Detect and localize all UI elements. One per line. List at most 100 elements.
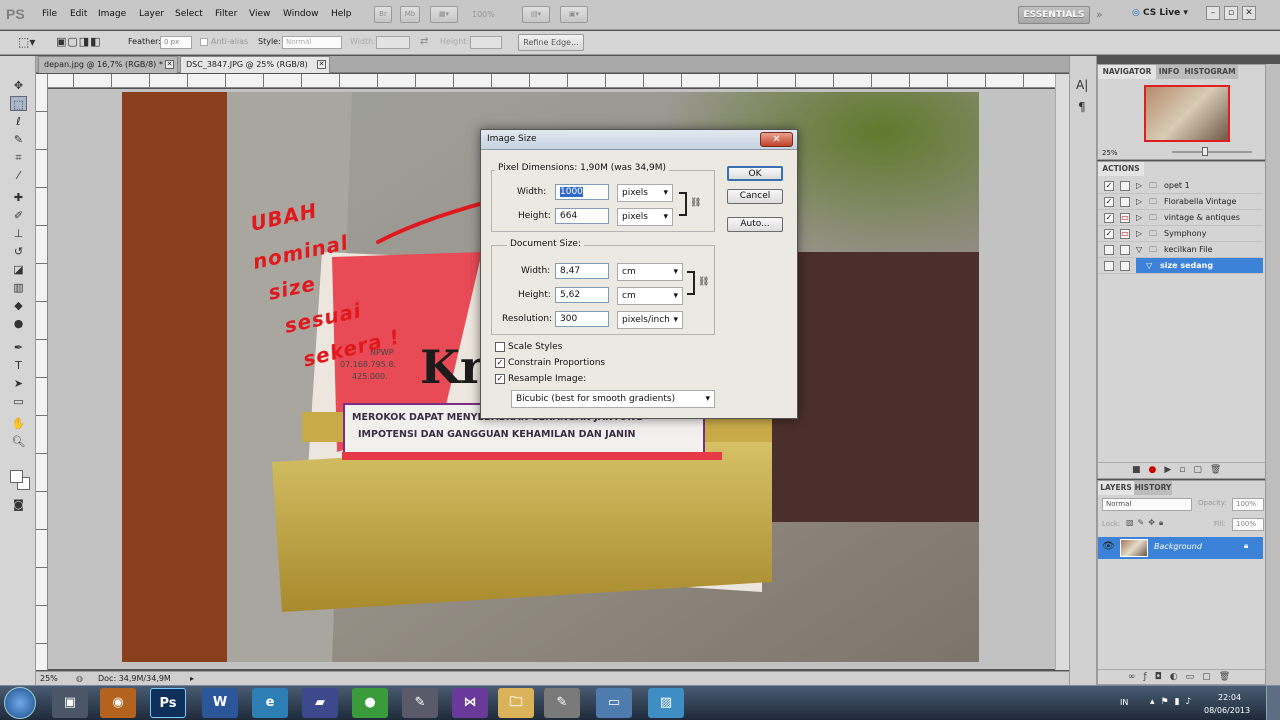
- tab-dsc-3847[interactable]: DSC_3847.JPG @ 25% (RGB/8) ✕: [180, 56, 330, 73]
- clone-stamp-tool-icon[interactable]: ⊥: [10, 226, 27, 241]
- word-icon[interactable]: W: [202, 688, 238, 718]
- menu-select[interactable]: Select: [175, 9, 203, 19]
- tab-depan[interactable]: depan.jpg @ 16,7% (RGB/8) * ✕: [38, 56, 178, 73]
- action-set-row[interactable]: ▽ 🗀 kecilkan File: [1098, 242, 1263, 258]
- pen-tool-icon[interactable]: ✒: [10, 340, 27, 355]
- status-menu-icon[interactable]: ▸: [190, 672, 194, 685]
- move-tool-icon[interactable]: ✥: [10, 78, 27, 93]
- explorer-folder-icon[interactable]: 🗀: [498, 688, 534, 718]
- resolution-input[interactable]: 300: [555, 311, 609, 327]
- tab-history[interactable]: HISTORY: [1134, 481, 1172, 495]
- gradient-tool-icon[interactable]: ▥: [10, 280, 27, 295]
- layer-name[interactable]: Background: [1154, 542, 1202, 551]
- action-toggle-checkbox[interactable]: ✓: [1104, 181, 1114, 191]
- status-zoom[interactable]: 25%: [40, 672, 58, 685]
- foreground-color-swatch[interactable]: [10, 470, 23, 483]
- taskbar-app-7-icon[interactable]: ●: [352, 688, 388, 718]
- stop-icon[interactable]: ■: [1132, 465, 1149, 475]
- marquee-tool-icon[interactable]: ⬚: [10, 96, 27, 111]
- taskbar-app-6-icon[interactable]: ▰: [302, 688, 338, 718]
- dialog-toggle-checkbox[interactable]: [1120, 197, 1130, 207]
- resample-method-select[interactable]: Bicubic (best for smooth gradients): [511, 390, 715, 408]
- expand-icon[interactable]: ▷: [1136, 194, 1142, 209]
- collapse-icon[interactable]: ▽: [1146, 258, 1152, 273]
- blend-mode-select[interactable]: Normal: [1102, 498, 1192, 511]
- close-icon[interactable]: ✕: [165, 60, 174, 69]
- pixel-width-input[interactable]: 1000: [555, 184, 609, 200]
- quick-select-tool-icon[interactable]: ✎: [10, 132, 27, 147]
- action-toggle-checkbox[interactable]: ✓: [1104, 197, 1114, 207]
- action-set-row[interactable]: ✓ ▷ 🗀 opet 1: [1098, 178, 1263, 194]
- adjustment-icon[interactable]: ◐: [1170, 672, 1186, 682]
- view-extras-icon[interactable]: ▦▾: [430, 6, 458, 23]
- resolution-unit-select[interactable]: pixels/inch: [617, 311, 683, 329]
- feather-input[interactable]: 0 px: [160, 36, 192, 49]
- paragraph-panel-icon[interactable]: ¶: [1078, 100, 1086, 114]
- marquee-tool-preset-icon[interactable]: ⬚▾: [18, 35, 35, 49]
- panel-scroll-strip[interactable]: [1265, 64, 1280, 685]
- dialog-toggle-checkbox[interactable]: ▭: [1120, 213, 1130, 223]
- show-desktop-button[interactable]: [1266, 686, 1280, 720]
- constrain-proportions-checkbox[interactable]: ✓: [495, 358, 505, 368]
- firefox-icon[interactable]: ◉: [100, 688, 136, 718]
- dialog-toggle-checkbox[interactable]: [1120, 261, 1130, 271]
- bridge-icon[interactable]: Br: [374, 6, 392, 23]
- refine-edge-button[interactable]: Refine Edge...: [518, 34, 584, 51]
- zoom-level[interactable]: 100%: [472, 10, 495, 19]
- new-layer-icon[interactable]: ▢: [1202, 672, 1219, 682]
- taskbar-app-1-icon[interactable]: ▣: [52, 688, 88, 718]
- workspace-essentials-button[interactable]: ESSENTIALS: [1018, 6, 1090, 24]
- menu-view[interactable]: View: [249, 9, 270, 19]
- taskbar-app-12-icon[interactable]: ▭: [596, 688, 632, 718]
- action-toggle-checkbox[interactable]: [1104, 245, 1114, 255]
- dialog-toggle-checkbox[interactable]: ▭: [1120, 229, 1130, 239]
- trash-icon[interactable]: 🗑: [1219, 672, 1238, 682]
- auto-button[interactable]: Auto...: [727, 217, 783, 232]
- action-set-row[interactable]: ✓ ▭ ▷ 🗀 Symphony: [1098, 226, 1263, 242]
- dodge-tool-icon[interactable]: ●: [10, 316, 27, 331]
- tab-actions[interactable]: ACTIONS: [1098, 162, 1144, 176]
- eyedropper-tool-icon[interactable]: ⁄: [10, 168, 27, 183]
- hand-tool-icon[interactable]: ✋: [10, 416, 27, 431]
- cancel-button[interactable]: Cancel: [727, 189, 783, 204]
- shape-tool-icon[interactable]: ▭: [10, 394, 27, 409]
- lasso-tool-icon[interactable]: ℓ: [10, 114, 27, 129]
- more-workspaces-icon[interactable]: »: [1096, 8, 1103, 21]
- taskbar-app-9-icon[interactable]: ⋈: [452, 688, 488, 718]
- action-set-row[interactable]: ✓ ▭ ▷ 🗀 vintage & antiques: [1098, 210, 1263, 226]
- doc-height-input[interactable]: 5,62: [555, 287, 609, 303]
- dialog-toggle-checkbox[interactable]: [1120, 181, 1130, 191]
- doc-width-input[interactable]: 8,47: [555, 263, 609, 279]
- pixel-height-unit-select[interactable]: pixels: [617, 208, 673, 226]
- expand-icon[interactable]: ▷: [1136, 226, 1142, 241]
- restore-button[interactable]: ▫: [1224, 6, 1238, 20]
- trash-icon[interactable]: 🗑: [1210, 465, 1229, 475]
- new-action-icon[interactable]: ▢: [1193, 465, 1210, 475]
- quick-mask-icon[interactable]: ◙: [10, 497, 27, 512]
- doc-width-unit-select[interactable]: cm: [617, 263, 683, 281]
- doc-height-unit-select[interactable]: cm: [617, 287, 683, 305]
- crop-tool-icon[interactable]: ⌗: [10, 150, 27, 165]
- opacity-input[interactable]: 100%: [1232, 498, 1264, 511]
- brush-tool-icon[interactable]: ✐: [10, 208, 27, 223]
- navigator-thumbnail[interactable]: [1144, 85, 1230, 142]
- close-icon[interactable]: ✕: [317, 60, 326, 69]
- start-button[interactable]: [4, 687, 36, 719]
- tab-histogram[interactable]: HISTOGRAM: [1182, 65, 1238, 79]
- action-row-selected[interactable]: ▽ size sedang: [1098, 258, 1263, 274]
- dialog-toggle-checkbox[interactable]: [1120, 245, 1130, 255]
- tray-icons[interactable]: ▴⚑▮♪: [1150, 697, 1197, 707]
- healing-tool-icon[interactable]: ✚: [10, 190, 27, 205]
- selection-mode-icons[interactable]: ▣▢◨◧: [56, 35, 102, 48]
- cs-live-button[interactable]: ◎ CS Live ▾: [1132, 8, 1188, 18]
- navigator-zoom[interactable]: 25%: [1102, 149, 1118, 157]
- taskbar-app-13-icon[interactable]: ▨: [648, 688, 684, 718]
- clock-date[interactable]: 08/06/2013: [1204, 706, 1250, 715]
- menu-window[interactable]: Window: [283, 9, 319, 19]
- zoom-tool-icon[interactable]: 🔍︎: [10, 434, 27, 449]
- photoshop-taskbar-icon[interactable]: Ps: [150, 688, 186, 718]
- tab-info[interactable]: INFO: [1156, 65, 1182, 79]
- expand-icon[interactable]: ▷: [1136, 210, 1142, 225]
- action-toggle-checkbox[interactable]: ✓: [1104, 229, 1114, 239]
- status-icon[interactable]: ◍: [76, 672, 83, 685]
